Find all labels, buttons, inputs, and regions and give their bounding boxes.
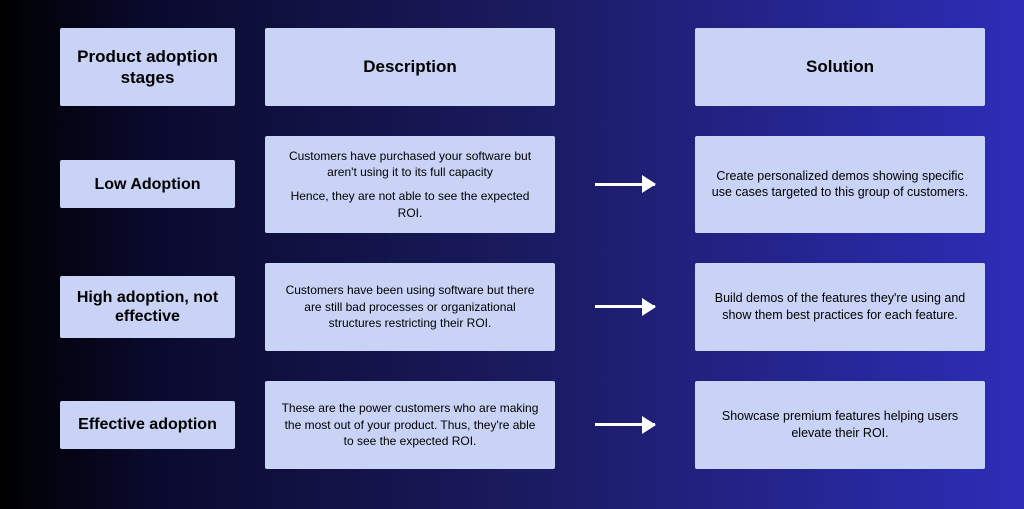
- arrow-low-adoption: [585, 136, 665, 233]
- description-high-adoption: Customers have been using software but t…: [265, 263, 555, 351]
- description-low-adoption: Customers have purchased your software b…: [265, 136, 555, 233]
- header-spacer: [585, 28, 665, 106]
- header-solution-label: Solution: [806, 56, 874, 77]
- stage-label: Effective adoption: [78, 415, 217, 434]
- header-description-label: Description: [363, 56, 457, 77]
- header-stages-label: Product adoption stages: [74, 46, 221, 89]
- description-text: Customers have been using software but t…: [279, 282, 541, 331]
- stage-label: High adoption, not effective: [74, 288, 221, 326]
- stage-low-adoption: Low Adoption: [60, 160, 235, 208]
- arrow-effective-adoption: [585, 381, 665, 469]
- solution-text: Build demos of the features they're usin…: [709, 290, 971, 324]
- header-solution: Solution: [695, 28, 985, 106]
- description-text: Hence, they are not able to see the expe…: [279, 188, 541, 220]
- adoption-stages-grid: Product adoption stages Description Solu…: [0, 0, 1024, 497]
- arrow-right-icon: [595, 183, 655, 186]
- solution-effective-adoption: Showcase premium features helping users …: [695, 381, 985, 469]
- arrow-right-icon: [595, 423, 655, 426]
- stage-high-adoption: High adoption, not effective: [60, 276, 235, 338]
- description-text: These are the power customers who are ma…: [279, 400, 541, 449]
- solution-text: Showcase premium features helping users …: [709, 408, 971, 442]
- stage-effective-adoption: Effective adoption: [60, 401, 235, 449]
- description-text: Customers have purchased your software b…: [279, 148, 541, 180]
- header-stages: Product adoption stages: [60, 28, 235, 106]
- stage-label: Low Adoption: [94, 175, 200, 194]
- arrow-high-adoption: [585, 263, 665, 351]
- description-effective-adoption: These are the power customers who are ma…: [265, 381, 555, 469]
- solution-high-adoption: Build demos of the features they're usin…: [695, 263, 985, 351]
- arrow-right-icon: [595, 305, 655, 308]
- solution-text: Create personalized demos showing specif…: [709, 168, 971, 202]
- header-description: Description: [265, 28, 555, 106]
- solution-low-adoption: Create personalized demos showing specif…: [695, 136, 985, 233]
